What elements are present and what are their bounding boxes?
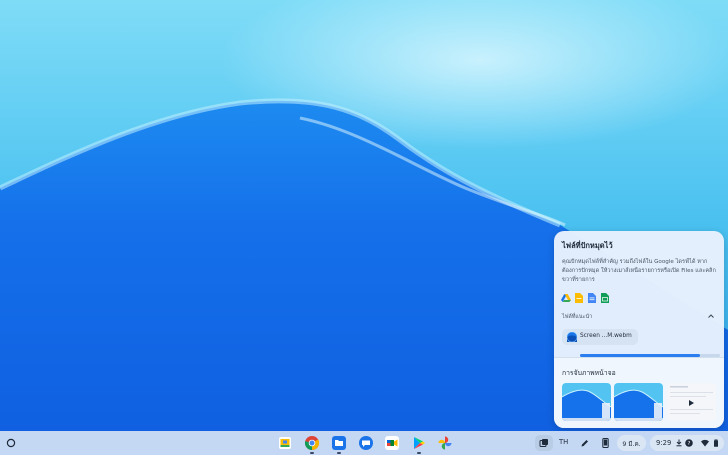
folder-icon: [332, 436, 346, 450]
shelf-app-play-store[interactable]: [410, 434, 428, 452]
holding-space-icon: [539, 439, 548, 447]
screenshots-section: การจับภาพหน้าจอ: [554, 357, 724, 428]
status-area-button[interactable]: 9:29 ?: [650, 435, 724, 451]
launcher-icon[interactable]: [4, 436, 18, 450]
stylus-tools-button[interactable]: [577, 435, 591, 451]
chevron-up-icon[interactable]: [706, 311, 716, 321]
shelf-app-files-manager[interactable]: [276, 434, 294, 452]
clock-label: 9:29: [656, 439, 672, 447]
google-sheets-icon: [601, 293, 609, 303]
stylus-icon: [581, 440, 588, 447]
help-icon: ?: [685, 439, 693, 447]
shelf-app-photos[interactable]: [436, 434, 454, 452]
battery-icon: [714, 439, 718, 447]
suggested-file-name: Screen ...M.webm: [580, 333, 632, 339]
pinned-files-section: ไฟล์ที่ปักหมุดไว้ คุณปักหมุดไฟล์ที่สำคัญ…: [554, 231, 724, 357]
suggested-file-chip[interactable]: Screen ...M.webm: [562, 329, 638, 345]
files-app-icon: [279, 437, 291, 449]
screenshot-thumbnail[interactable]: [562, 383, 611, 421]
running-indicator: [310, 452, 314, 454]
shelf-app-files[interactable]: [330, 434, 348, 452]
holding-space-panel: ไฟล์ที่ปักหมุดไว้ คุณปักหมุดไฟล์ที่สำคัญ…: [554, 231, 724, 428]
download-icon: [676, 439, 682, 447]
screen-recording-thumbnail[interactable]: [667, 383, 716, 421]
screenshots-title: การจับภาพหน้าจอ: [562, 369, 616, 377]
shelf-app-meet[interactable]: [383, 434, 401, 452]
ime-menu-button[interactable]: TH: [559, 438, 568, 446]
date-label: 9 มี.ค.: [622, 441, 641, 448]
date-tray-button[interactable]: 9 มี.ค.: [617, 435, 646, 451]
holding-space-tray-button[interactable]: [535, 435, 553, 451]
chrome-icon: [304, 436, 320, 451]
screenshot-thumbnail[interactable]: [614, 383, 663, 421]
phone-hub-button[interactable]: [598, 435, 612, 451]
google-drive-icon: [561, 294, 571, 302]
google-docs-icon: [575, 293, 583, 303]
svg-text:?: ?: [688, 441, 691, 447]
desktop: ไฟล์ที่ปักหมุดไว้ คุณปักหมุดไฟล์ที่สำคัญ…: [0, 0, 728, 455]
video-file-thumbnail: [567, 332, 577, 342]
running-indicator: [417, 452, 421, 454]
pinned-files-description: คุณปักหมุดไฟล์ที่สำคัญ รวมถึงไฟล์ใน Goog…: [562, 259, 716, 283]
wifi-icon: [701, 439, 709, 447]
shelf-app-chrome[interactable]: [303, 434, 321, 452]
pinned-files-title: ไฟล์ที่ปักหมุดไว้: [562, 241, 613, 250]
shelf-app-messages[interactable]: [357, 434, 375, 452]
play-store-icon: [414, 437, 425, 449]
messages-icon: [359, 436, 373, 450]
photos-icon: [438, 436, 452, 450]
meet-icon: [385, 436, 399, 450]
running-indicator: [337, 452, 341, 454]
suggested-files-label: ไฟล์ที่แนะนำ: [562, 314, 593, 320]
shelf: TH 9 มี.ค. 9:29 ?: [0, 431, 728, 455]
google-slides-icon: [588, 293, 596, 303]
phone-icon: [602, 438, 609, 448]
